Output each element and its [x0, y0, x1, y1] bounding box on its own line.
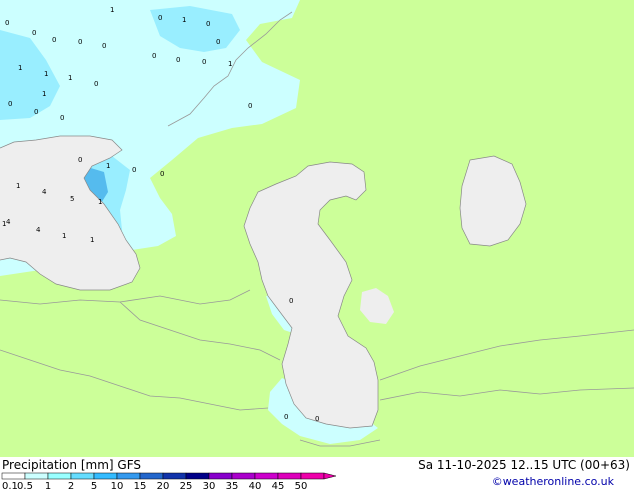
- legend-label: 0.1: [2, 481, 18, 490]
- precip-value: 1: [44, 70, 48, 78]
- legend-label: 15: [134, 481, 147, 490]
- legend-label: 40: [249, 481, 262, 490]
- precip-value: 0: [78, 156, 82, 164]
- precip-value: 1: [228, 60, 232, 68]
- legend-swatch: [300, 472, 325, 480]
- legend-swatch: [208, 472, 233, 480]
- legend-label: 0.5: [17, 481, 33, 490]
- precip-value: 0: [206, 20, 210, 28]
- precip-value: 1: [90, 236, 94, 244]
- precip-value: 4: [36, 226, 41, 234]
- legend-label: 25: [180, 481, 193, 490]
- legend-swatch: [162, 472, 187, 480]
- precip-value: 0: [60, 114, 64, 122]
- legend-swatch: [139, 472, 164, 480]
- map-canvas: 0 0 0 1 0 1 0 1 0 0 0 0 1 1 1 0 0 0 0 1 …: [0, 0, 634, 457]
- precip-value: 0: [34, 108, 38, 116]
- precip-value: 0: [158, 14, 162, 22]
- valid-time: Sa 11-10-2025 12..15 UTC (00+63): [418, 458, 630, 472]
- legend-swatch: [277, 472, 302, 480]
- precipitation-map[interactable]: 0 0 0 1 0 1 0 1 0 0 0 0 1 1 1 0 0 0 0 1 …: [0, 0, 634, 457]
- precip-value: 1: [98, 198, 102, 206]
- precip-value: 0: [5, 19, 9, 27]
- credit-link[interactable]: ©weatheronline.co.uk: [492, 475, 614, 488]
- precip-value: 1: [106, 162, 110, 170]
- legend-label: 30: [203, 481, 216, 490]
- precip-value: 0: [248, 102, 252, 110]
- legend-swatch: [24, 472, 49, 480]
- legend-label: 45: [272, 481, 285, 490]
- precip-value: 0: [160, 170, 164, 178]
- precip-value: 0: [102, 42, 106, 50]
- precip-value: 1: [18, 64, 22, 72]
- legend-swatch: [254, 472, 279, 480]
- legend-label: 20: [157, 481, 170, 490]
- precip-value: 0: [202, 58, 206, 66]
- precip-value: 1: [42, 90, 46, 98]
- precip-value: 1: [68, 74, 72, 82]
- precip-value: 4: [6, 218, 11, 226]
- precip-value: 4: [42, 188, 47, 196]
- precip-value: 0: [216, 38, 220, 46]
- legend-swatch: [116, 472, 141, 480]
- legend-label: 50: [295, 481, 308, 490]
- legend-swatch: [1, 472, 26, 480]
- precip-value: 1: [110, 6, 114, 14]
- legend-swatch: [185, 472, 210, 480]
- precip-value: 0: [94, 80, 98, 88]
- precip-value: 0: [176, 56, 180, 64]
- precip-value: 1: [182, 16, 186, 24]
- precip-value: 0: [32, 29, 36, 37]
- precip-value: 0: [78, 38, 82, 46]
- legend-label: 10: [111, 481, 124, 490]
- precip-value: 1: [16, 182, 20, 190]
- product-name: Precipitation [mm]: [2, 458, 114, 472]
- precip-value: 0: [152, 52, 156, 60]
- legend-arrow: [323, 472, 337, 480]
- precip-value: 0: [52, 36, 56, 44]
- precip-value: 0: [289, 297, 293, 305]
- legend-swatch: [93, 472, 118, 480]
- legend-swatch: [231, 472, 256, 480]
- legend-swatch: [47, 472, 72, 480]
- legend-label: 1: [45, 481, 51, 490]
- legend-label: 35: [226, 481, 239, 490]
- precip-value: 0: [8, 100, 12, 108]
- precip-legend: 0.1 0.5 1 2 5 10 15 20 25 30 35 40 45 50: [1, 472, 337, 490]
- precip-value: 0: [315, 415, 319, 423]
- precip-value: 0: [284, 413, 288, 421]
- legend-label: 2: [68, 481, 74, 490]
- model-name: GFS: [117, 458, 141, 472]
- legend-label: 5: [91, 481, 97, 490]
- legend-swatch: [70, 472, 95, 480]
- precip-value: 5: [70, 195, 74, 203]
- precip-value: 0: [132, 166, 136, 174]
- product-title: Precipitation [mm] GFS: [2, 458, 141, 472]
- precip-value: 1: [62, 232, 66, 240]
